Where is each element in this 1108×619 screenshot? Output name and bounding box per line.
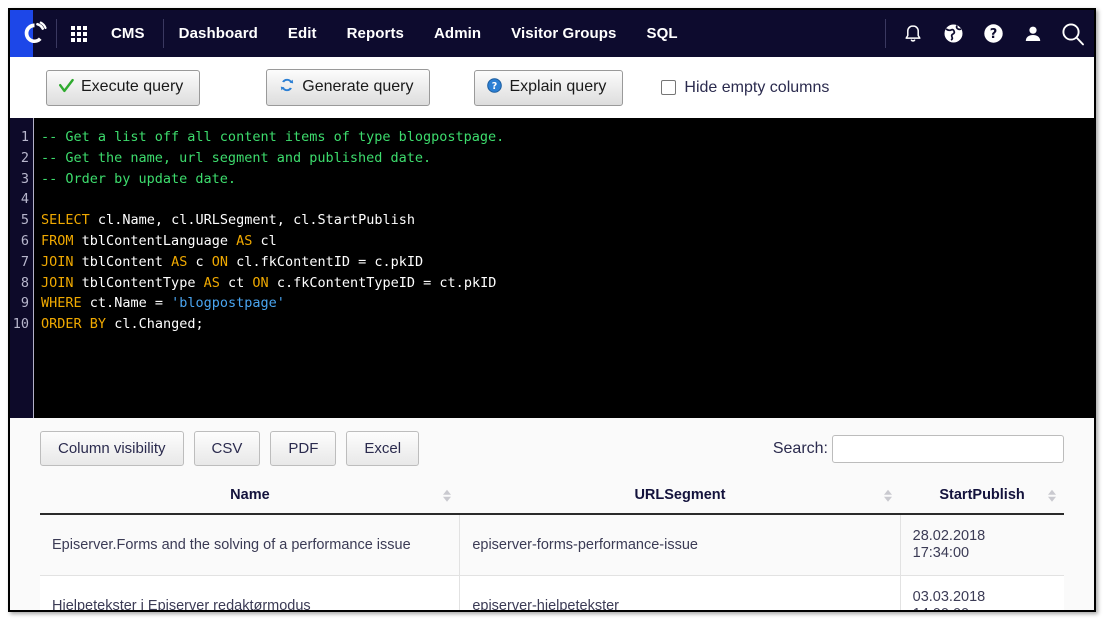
editor-code-area[interactable]: -- Get a list off all content items of t… [34, 118, 1094, 418]
line-number: 5 [20, 212, 29, 229]
table-row[interactable]: Hjelpetekster i Episerver redaktørmodus e… [40, 575, 1064, 610]
line-number: 1 [20, 129, 29, 145]
cell-urlsegment: episerver-hjelpetekster [459, 575, 901, 610]
cell-date: 03.03.2018 [912, 589, 986, 605]
nav-item-dashboard[interactable]: Dashboard [164, 10, 273, 57]
user-icon[interactable] [1020, 21, 1046, 47]
app-window: CMS Dashboard Edit Reports Admin Visitor… [8, 8, 1096, 612]
search-area: Search: [772, 434, 1064, 463]
line-number: 10 [12, 316, 29, 333]
cell-date: 28.02.2018 [912, 528, 986, 544]
svg-text:?: ? [989, 27, 997, 42]
cell-time: 14:00:00 [913, 606, 1052, 610]
cell-name: Hjelpetekster i Episerver redaktørmodus [40, 575, 461, 610]
checkmark-icon [59, 78, 74, 97]
sql-editor[interactable]: 1 2 3 4 5 6 7 8 9 10 -- Get a list off all conten… [10, 118, 1094, 418]
code-line: -- Order by update date. [41, 170, 237, 187]
nav-item-reports[interactable]: Reports [332, 10, 419, 57]
code-line: -- Get the name, url segment and publish… [41, 149, 432, 166]
globe-icon[interactable] [940, 21, 966, 47]
code-line: ORDER BY cl.Changed; [41, 316, 204, 333]
column-header-name-label: Name [230, 487, 270, 503]
export-csv-button[interactable]: CSV [193, 431, 261, 466]
episerver-logo[interactable] [10, 10, 56, 57]
checkbox-box[interactable] [661, 80, 677, 95]
line-number: 4 [20, 191, 29, 208]
info-question-icon: ? [487, 77, 503, 97]
line-number: 8 [20, 274, 29, 291]
top-navigation-bar: CMS Dashboard Edit Reports Admin Visitor… [10, 10, 1094, 57]
export-excel-button[interactable]: Excel [346, 431, 420, 466]
code-line: -- Get a list off all content items of t… [41, 129, 505, 145]
help-icon[interactable]: ? [980, 21, 1006, 47]
column-header-startpublish[interactable]: StartPublish [900, 481, 1064, 515]
explain-query-label: Explain query [509, 78, 607, 95]
nav-item-visitor-groups[interactable]: Visitor Groups [496, 10, 631, 57]
column-header-name[interactable]: Name [40, 481, 460, 515]
search-label: Search: [772, 439, 828, 457]
code-line: FROM tblContentLanguage AS cl [41, 232, 277, 249]
search-input[interactable] [832, 434, 1064, 463]
nav-icon-group: ? [886, 10, 1094, 57]
generate-query-label: Generate query [302, 78, 414, 95]
app-grid-icon[interactable] [57, 10, 101, 57]
nav-brand-cms[interactable]: CMS [101, 10, 163, 57]
execute-query-label: Execute query [81, 78, 184, 95]
execute-query-button[interactable]: Execute query [46, 69, 201, 106]
nav-item-sql[interactable]: SQL [631, 10, 692, 57]
results-table-body: Episerver.Forms and the solving of a per… [40, 514, 1064, 610]
sort-arrows-icon[interactable] [443, 489, 452, 502]
line-number: 3 [20, 170, 29, 187]
refresh-icon [279, 77, 295, 97]
line-number: 9 [20, 295, 29, 312]
column-header-startpublish-label: StartPublish [939, 487, 1025, 503]
screen: CMS Dashboard Edit Reports Admin Visitor… [0, 0, 1108, 619]
code-line: JOIN tblContent AS c ON cl.fkContentID =… [41, 253, 424, 270]
cell-time: 17:34:00 [912, 545, 970, 561]
results-toolbar: Column visibility CSV PDF Excel Search: [40, 418, 1064, 466]
export-pdf-button[interactable]: PDF [270, 431, 337, 466]
cell-name: Episerver.Forms and the solving of a per… [40, 514, 461, 576]
query-toolbar: Execute query Generate query ? Explain q… [10, 57, 1094, 118]
search-icon[interactable] [1060, 21, 1086, 47]
column-header-urlsegment-label: URLSegment [634, 487, 726, 503]
notification-bell-icon[interactable] [900, 21, 926, 47]
table-header-row: Name URLSegment StartPublish [40, 481, 1064, 515]
line-number: 7 [20, 253, 29, 270]
hide-empty-columns-label: Hide empty columns [684, 78, 830, 96]
code-line: JOIN tblContentType AS ct ON c.fkContent… [41, 274, 497, 291]
column-visibility-button[interactable]: Column visibility [40, 431, 184, 466]
editor-line-number-gutter: 1 2 3 4 5 6 7 8 9 10 [10, 118, 34, 418]
column-header-urlsegment[interactable]: URLSegment [459, 481, 901, 515]
nav-item-admin[interactable]: Admin [419, 10, 496, 57]
results-panel: Column visibility CSV PDF Excel Search: … [10, 418, 1094, 610]
nav-item-edit[interactable]: Edit [273, 10, 332, 57]
cell-startpublish: 28.02.2018 17:34:00 [900, 514, 1064, 576]
code-line: WHERE ct.Name = 'blogpostpage' [41, 295, 285, 312]
table-row[interactable]: Episerver.Forms and the solving of a per… [40, 514, 1064, 576]
svg-text:?: ? [492, 81, 498, 92]
grid-squares [71, 25, 87, 42]
sort-arrows-icon[interactable] [883, 489, 892, 502]
results-table-head: Name URLSegment StartPublish [40, 481, 1064, 515]
results-table: Name URLSegment StartPublish Episerver.F… [40, 481, 1064, 610]
sort-arrows-icon[interactable] [1047, 489, 1056, 502]
hide-empty-columns-checkbox[interactable]: Hide empty columns [661, 79, 829, 97]
cell-startpublish: 03.03.201814:00:00 [900, 575, 1064, 610]
cell-urlsegment: episerver-forms-performance-issue [459, 514, 901, 576]
explain-query-button[interactable]: ? Explain query [474, 69, 624, 106]
line-number: 2 [20, 149, 29, 166]
generate-query-button[interactable]: Generate query [266, 69, 431, 106]
code-line: SELECT cl.Name, cl.URLSegment, cl.StartP… [41, 212, 416, 229]
episerver-glyph-icon [24, 21, 47, 43]
line-number: 6 [20, 232, 29, 249]
